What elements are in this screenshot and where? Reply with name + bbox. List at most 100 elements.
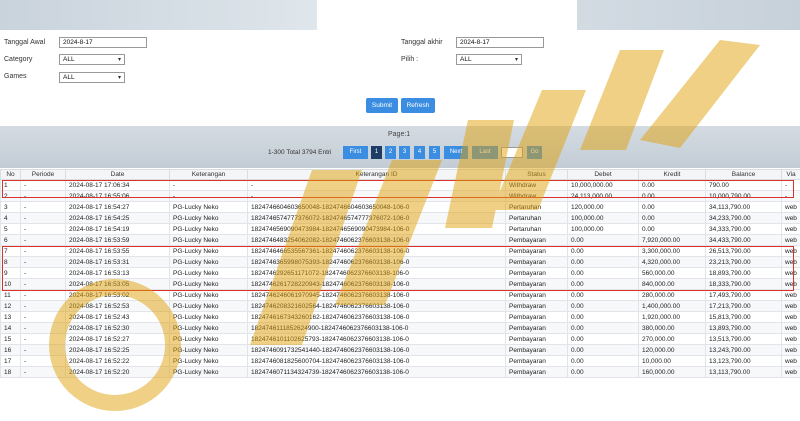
- cell-debet: 100,000.00: [567, 212, 639, 224]
- cell-keterangan-id[interactable]: 1824746167343260162-1824746062376603138-…: [247, 311, 506, 323]
- cell-keterangan: PG-Lucky Neko: [169, 201, 248, 213]
- go-button[interactable]: Go: [527, 146, 542, 159]
- table-row: 3-2024-08-17 16:54:27 PG-Lucky Neko 182474…: [0, 201, 800, 213]
- cell-balance: 17,213,790.00: [705, 300, 782, 312]
- cell-keterangan-id[interactable]: 1824746081825600704-1824746062376603138-…: [247, 355, 506, 367]
- cell-kredit: 7,920,000.00: [638, 234, 706, 246]
- cell-date: 2024-08-17 16:53:59: [65, 234, 170, 246]
- highlight-withdraw-row: [2, 180, 794, 198]
- cell-keterangan-id[interactable]: 1824746111852624900-1824746062376603138-…: [247, 322, 506, 334]
- cell-date: 2024-08-17 16:52:30: [65, 322, 170, 334]
- pilih-select[interactable]: ALL ▾: [456, 54, 522, 65]
- cell-via: web: [781, 311, 800, 323]
- cell-keterangan-id[interactable]: 1824746569090473984-1824746569090473984-…: [247, 223, 506, 235]
- cell-periode: -: [20, 366, 66, 378]
- cell-via: web: [781, 344, 800, 356]
- cell-kredit: 380,000.00: [638, 322, 706, 334]
- cell-status: Pembayaran: [505, 322, 568, 334]
- tanggal-akhir-input[interactable]: 2024-8-17: [456, 37, 544, 48]
- category-select[interactable]: ALL ▾: [59, 54, 125, 65]
- cell-no: 11: [0, 289, 21, 301]
- cell-no: 6: [0, 234, 21, 246]
- cell-date: 2024-08-17 16:52:22: [65, 355, 170, 367]
- cell-via: web: [781, 333, 800, 345]
- cell-date: 2024-08-17 16:54:19: [65, 223, 170, 235]
- refresh-button[interactable]: Refresh: [401, 98, 435, 113]
- cell-kredit: 0.00: [638, 212, 706, 224]
- cell-keterangan-id[interactable]: 1824746101102625793-1824746062376603138-…: [247, 333, 506, 345]
- cell-date: 2024-08-17 16:53:02: [65, 289, 170, 301]
- filter-panel: Tanggal Awal 2024-8-17 Tanggal akhir 202…: [0, 30, 800, 126]
- cell-no: 12: [0, 300, 21, 312]
- page-button-4[interactable]: 4: [414, 146, 425, 159]
- page-button-1[interactable]: 1: [371, 146, 382, 159]
- cell-debet: 0.00: [567, 333, 639, 345]
- table-row: 13-2024-08-17 16:52:43 PG-Lucky Neko 18247…: [0, 311, 800, 323]
- table-row: 16-2024-08-17 16:52:25 PG-Lucky Neko 18247…: [0, 344, 800, 356]
- cell-status: Pertaruhan: [505, 201, 568, 213]
- next-page-button[interactable]: Next: [444, 146, 468, 159]
- page-button-3[interactable]: 3: [399, 146, 410, 159]
- page-button-5[interactable]: 5: [429, 146, 440, 159]
- cell-balance: 34,433,790.00: [705, 234, 782, 246]
- cell-periode: -: [20, 300, 66, 312]
- cell-status: Pertaruhan: [505, 212, 568, 224]
- cell-keterangan-id[interactable]: 1824746574777376072-1824746574777376072-…: [247, 212, 506, 224]
- cell-no: 5: [0, 223, 21, 235]
- cell-status: Pembayaran: [505, 300, 568, 312]
- cell-kredit: 10,000.00: [638, 355, 706, 367]
- cell-balance: 13,893,790.00: [705, 322, 782, 334]
- cell-status: Pembayaran: [505, 289, 568, 301]
- cell-keterangan-id[interactable]: 1824746071134324739-1824746062376603138-…: [247, 366, 506, 378]
- cell-date: 2024-08-17 16:52:43: [65, 311, 170, 323]
- cell-debet: 0.00: [567, 300, 639, 312]
- cell-no: 3: [0, 201, 21, 213]
- last-page-button[interactable]: Last: [472, 146, 498, 159]
- page-indicator: Page:1: [388, 131, 411, 138]
- cell-keterangan-id[interactable]: 1824746208321602564-1824746062376603138-…: [247, 300, 506, 312]
- cell-debet: 0.00: [567, 322, 639, 334]
- cell-periode: -: [20, 201, 66, 213]
- chevron-down-icon: ▾: [117, 57, 121, 63]
- cell-keterangan-id[interactable]: 1824746091732541440-1824746062376603138-…: [247, 344, 506, 356]
- cell-periode: -: [20, 322, 66, 334]
- cell-keterangan: PG-Lucky Neko: [169, 322, 248, 334]
- cell-keterangan-id[interactable]: 1824746246061970945-1824746062376603138-…: [247, 289, 506, 301]
- cell-date: 2024-08-17 16:52:20: [65, 366, 170, 378]
- table-row: 18-2024-08-17 16:52:20 PG-Lucky Neko 18247…: [0, 366, 800, 378]
- games-select-value: ALL: [63, 74, 75, 81]
- cell-periode: -: [20, 311, 66, 323]
- table-header-row: No Periode Date Keterangan Keterangan ID…: [0, 169, 800, 180]
- table-row: 12-2024-08-17 16:52:53 PG-Lucky Neko 18247…: [0, 300, 800, 312]
- cell-periode: -: [20, 333, 66, 345]
- cell-via: web: [781, 201, 800, 213]
- cell-keterangan: PG-Lucky Neko: [169, 366, 248, 378]
- cell-keterangan-id[interactable]: 1824746604603650048-1824746604603650048-…: [247, 201, 506, 213]
- header-via: Via: [781, 169, 800, 180]
- cell-kredit: 120,000.00: [638, 344, 706, 356]
- tanggal-awal-input[interactable]: 2024-8-17: [59, 37, 147, 48]
- header-map-banner: [0, 0, 800, 30]
- table-row: 6-2024-08-17 16:53:59 PG-Lucky Neko 182474…: [0, 234, 800, 246]
- header-debet: Debet: [567, 169, 639, 180]
- cell-debet: 0.00: [567, 311, 639, 323]
- page-button-2[interactable]: 2: [385, 146, 396, 159]
- total-entries: 1-300 Total 3794 Entri: [268, 149, 332, 156]
- table-row: 14-2024-08-17 16:52:30 PG-Lucky Neko 18247…: [0, 322, 800, 334]
- pilih-select-value: ALL: [460, 56, 472, 63]
- page-number-input[interactable]: [501, 147, 523, 158]
- cell-status: Pembayaran: [505, 333, 568, 345]
- cell-periode: -: [20, 212, 66, 224]
- table-row: 4-2024-08-17 16:54:25 PG-Lucky Neko 182474…: [0, 212, 800, 224]
- cell-debet: 0.00: [567, 355, 639, 367]
- cell-keterangan-id[interactable]: 1824746483254062082-1824746062376603138-…: [247, 234, 506, 246]
- cell-keterangan: PG-Lucky Neko: [169, 355, 248, 367]
- submit-button[interactable]: Submit: [366, 98, 398, 113]
- cell-kredit: 1,400,000.00: [638, 300, 706, 312]
- header-balance: Balance: [705, 169, 782, 180]
- first-page-button[interactable]: First: [343, 146, 368, 159]
- cell-kredit: 270,000.00: [638, 333, 706, 345]
- cell-date: 2024-08-17 16:52:25: [65, 344, 170, 356]
- cell-no: 17: [0, 355, 21, 367]
- games-select[interactable]: ALL ▾: [59, 72, 125, 83]
